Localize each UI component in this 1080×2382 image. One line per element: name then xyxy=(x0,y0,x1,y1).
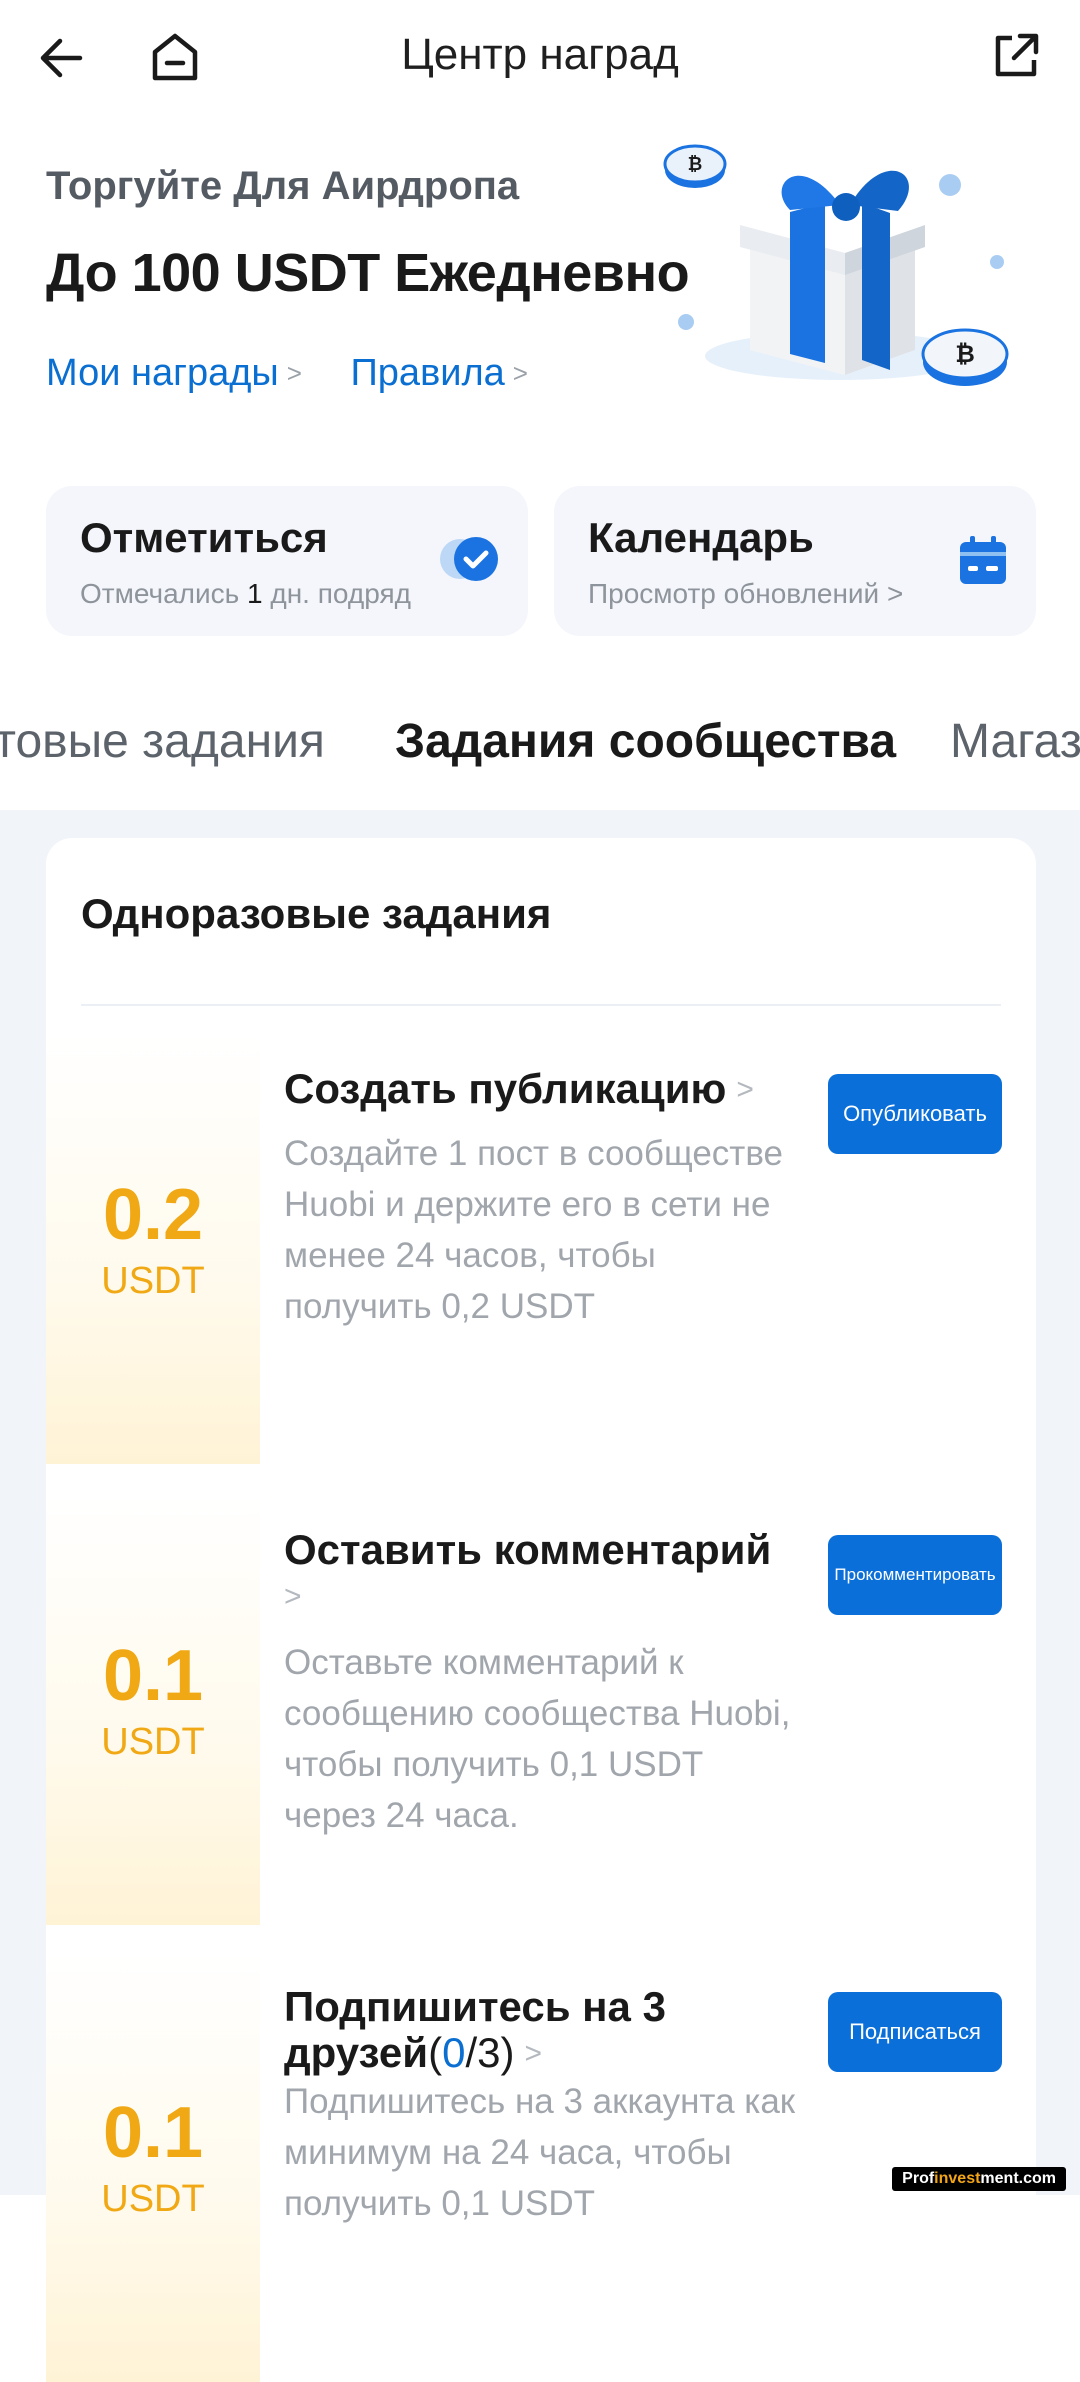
task-progress-open: ( xyxy=(428,2029,443,2076)
task-title[interactable]: Оставить комментарий > xyxy=(284,1527,804,1620)
tab-shop[interactable]: Магаз xyxy=(950,714,1080,769)
one-time-tasks-panel: Одноразовые задания 0.2 USDT Создать пуб… xyxy=(46,838,1036,2382)
svg-text:₿: ₿ xyxy=(688,154,703,175)
calendar-card[interactable]: Календарь Просмотр обновлений > xyxy=(554,486,1036,636)
tab-bar: товые задания Задания сообщества Магаз xyxy=(0,706,1080,786)
page-title: Центр наград xyxy=(401,30,679,79)
checkmark-icon xyxy=(436,530,500,588)
checkin-subtitle: Отмечались 1 дн. подряд xyxy=(80,578,411,610)
task-area: Одноразовые задания 0.2 USDT Создать пуб… xyxy=(0,810,1080,2382)
calendar-subtitle: Просмотр обновлений > xyxy=(588,578,904,609)
my-rewards-label: Мои награды xyxy=(46,352,279,394)
task-item: 0.1 USDT Подпишитесь на 3 друзей(0/3) > П… xyxy=(46,1952,1036,2382)
checkin-card[interactable]: Отметиться Отмечались 1 дн. подряд xyxy=(46,486,528,636)
task-description: Создайте 1 пост в сообществе Huobi и дер… xyxy=(284,1134,784,1326)
chevron-right-icon: > xyxy=(736,1073,754,1106)
watermark: Profinvestment.com xyxy=(892,2167,1066,2191)
task-title-text: Оставить комментарий xyxy=(284,1526,772,1573)
task-item: 0.1 USDT Оставить комментарий > Оставьте … xyxy=(46,1495,1036,1925)
reward-currency: USDT xyxy=(101,1721,205,1763)
reward-currency: USDT xyxy=(101,1260,205,1302)
chevron-right-icon: > xyxy=(512,358,528,388)
hero-subtitle: Торгуйте Для Аирдропа xyxy=(46,164,520,208)
hero-links: Мои награды > Правила > xyxy=(46,352,566,395)
tab-trading-tasks[interactable]: товые задания xyxy=(0,714,325,769)
reward-value: 0.1 xyxy=(102,2093,204,2173)
calendar-icon xyxy=(958,534,1008,586)
my-rewards-link[interactable]: Мои награды > xyxy=(46,352,302,395)
chevron-right-icon: > xyxy=(524,2037,542,2070)
reward-currency: USDT xyxy=(101,2178,205,2220)
task-title-text: Создать публикацию xyxy=(284,1065,727,1112)
rules-label: Правила xyxy=(350,352,505,394)
checkin-title: Отметиться xyxy=(80,514,328,561)
task-description: Подпишитесь на 3 аккаунта как минимум на… xyxy=(284,2082,796,2223)
section-title: Одноразовые задания xyxy=(81,890,552,937)
reward-badge: 0.2 USDT xyxy=(46,1034,260,1464)
gift-box-illustration: ₿ ₿ xyxy=(650,130,1030,400)
chevron-right-icon: > xyxy=(286,358,302,388)
task-description: Оставьте комментарий к сообщению сообщес… xyxy=(284,1643,791,1835)
task-title[interactable]: Создать публикацию > xyxy=(284,1066,804,1113)
follow-button[interactable]: Подписаться xyxy=(828,1992,1002,2072)
checkin-streak-count: 1 xyxy=(247,578,263,609)
task-title[interactable]: Подпишитесь на 3 друзей(0/3) > xyxy=(284,1984,804,2077)
svg-text:₿: ₿ xyxy=(955,340,975,368)
top-bar: Центр наград xyxy=(0,0,1080,120)
task-progress-done: 0 xyxy=(442,2029,466,2076)
rules-link[interactable]: Правила > xyxy=(350,352,528,395)
reward-badge: 0.1 USDT xyxy=(46,1495,260,1925)
reward-value: 0.2 xyxy=(102,1175,204,1255)
checkin-sub-pre: Отмечались xyxy=(80,578,240,609)
share-icon[interactable] xyxy=(990,30,1042,82)
chevron-right-icon: > xyxy=(284,1580,302,1613)
task-progress-total: /3) xyxy=(465,2029,515,2076)
calendar-title: Календарь xyxy=(588,514,814,561)
divider xyxy=(81,1004,1001,1006)
publish-button[interactable]: Опубликовать xyxy=(828,1074,1002,1154)
reward-value: 0.1 xyxy=(102,1636,204,1716)
watermark-accent: invest xyxy=(934,2170,981,2187)
hero-title: До 100 USDT Ежедневно xyxy=(46,243,690,303)
reward-badge: 0.1 USDT xyxy=(46,1952,260,2382)
comment-button[interactable]: Прокомментировать xyxy=(828,1535,1002,1615)
tab-community-tasks[interactable]: Задания сообщества xyxy=(395,714,896,769)
task-item: 0.2 USDT Создать публикацию > Создайте 1 … xyxy=(46,1034,1036,1464)
checkin-sub-post: дн. подряд xyxy=(270,578,411,609)
watermark-prefix: Prof xyxy=(902,2170,935,2187)
watermark-suffix: ment.com xyxy=(980,2170,1056,2187)
